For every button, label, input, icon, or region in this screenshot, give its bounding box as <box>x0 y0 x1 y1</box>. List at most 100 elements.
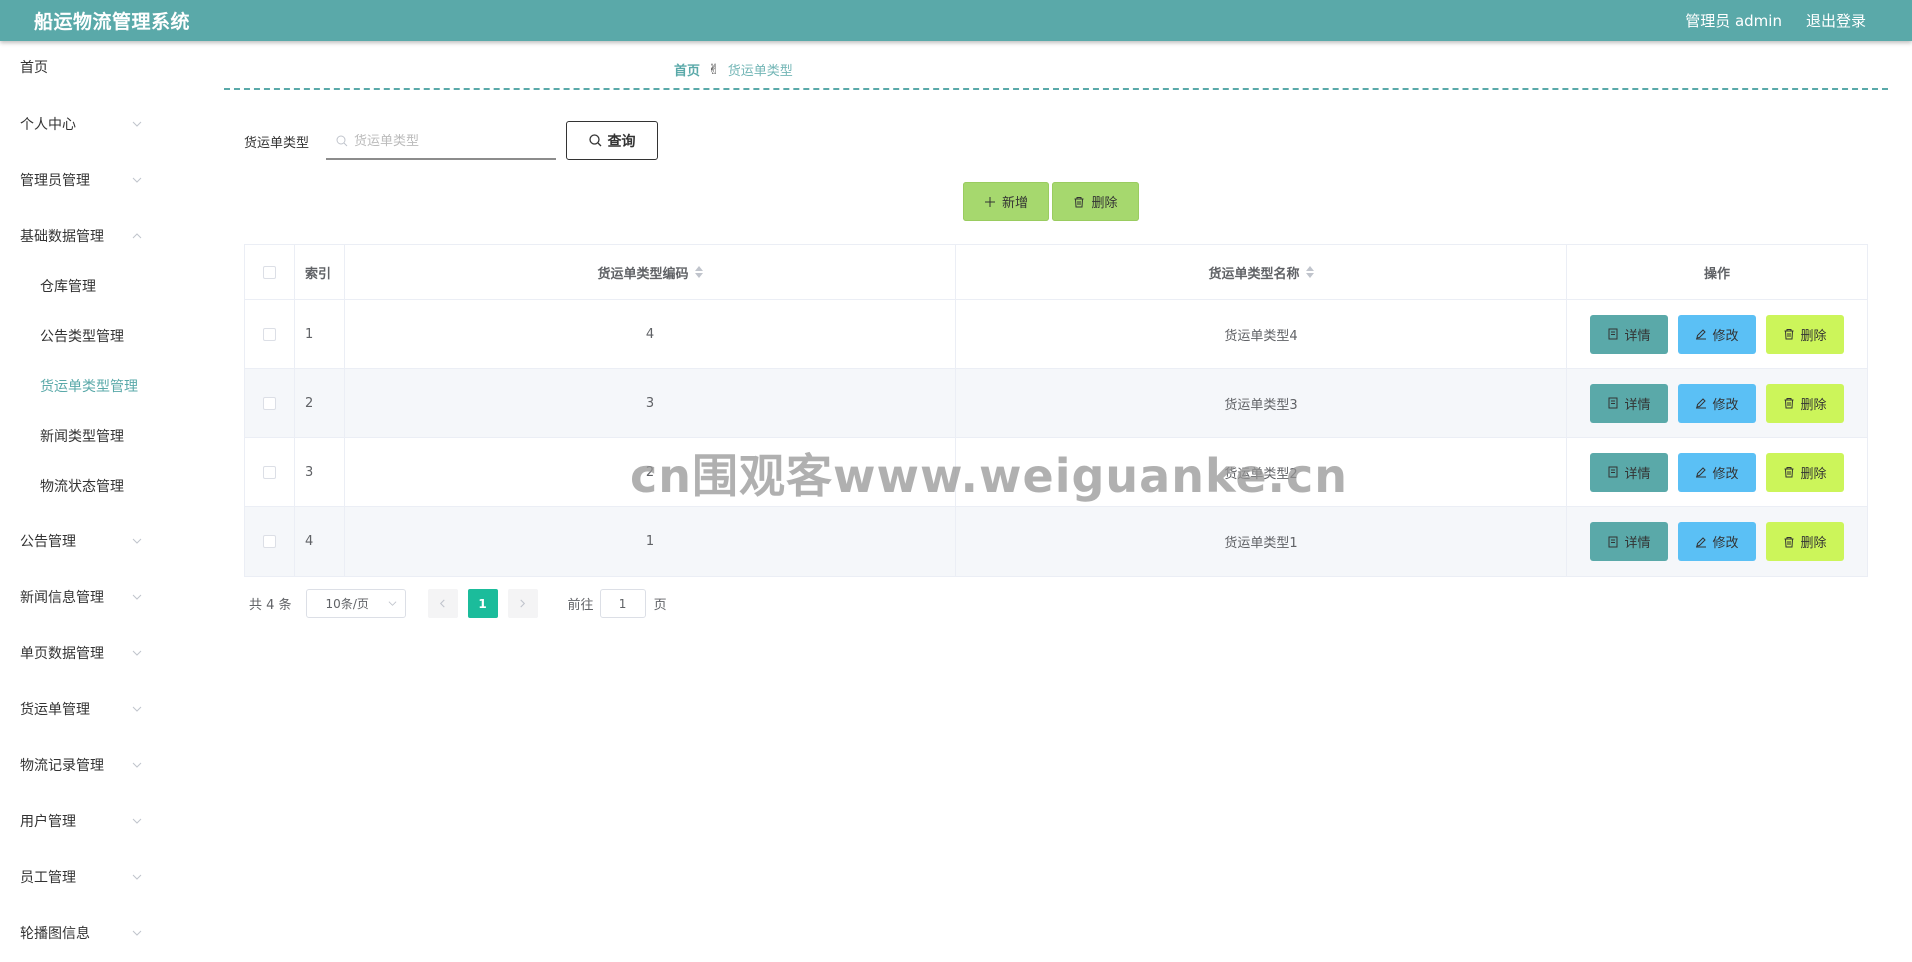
sidebar-item-admin-management[interactable]: 管理员管理 <box>0 160 190 200</box>
row-check-cell <box>245 507 295 576</box>
delete-button[interactable]: 删除 <box>1766 383 1844 423</box>
trash-icon <box>1784 398 1794 409</box>
page-size-select[interactable]: 10条/页 <box>305 589 406 618</box>
breadcrumb-current: 货运单类型 <box>727 64 793 79</box>
detail-button[interactable]: 详情 <box>1590 452 1668 492</box>
sidebar-item-carousel[interactable]: 轮播图信息 <box>0 913 190 953</box>
batch-delete-button[interactable]: 删除 <box>1052 182 1139 221</box>
edit-button[interactable]: 修改 <box>1678 452 1756 492</box>
hand-pointer-icon: ✌ <box>708 61 720 78</box>
goto-page-input[interactable] <box>599 589 646 618</box>
header-check-cell <box>245 245 295 299</box>
trash-icon <box>1784 467 1794 478</box>
delete-button[interactable]: 删除 <box>1766 314 1844 354</box>
top-header: 船运物流管理系统 管理员 admin 退出登录 <box>0 0 1912 41</box>
edit-button[interactable]: 修改 <box>1678 522 1756 561</box>
row-check-cell <box>245 300 295 368</box>
row-checkbox[interactable] <box>263 327 276 341</box>
breadcrumb-home[interactable]: 首页 <box>674 60 700 79</box>
detail-button-label: 详情 <box>1624 328 1651 344</box>
delete-button[interactable]: 删除 <box>1766 452 1844 492</box>
goto-label: 前往 <box>567 598 594 613</box>
chevron-right-icon <box>520 599 526 608</box>
sidebar-item-label: 基础数据管理 <box>20 229 104 245</box>
sidebar-item-waybill-type[interactable]: 货运单类型管理 <box>0 366 190 406</box>
add-button-label: 新增 <box>1001 196 1028 211</box>
column-header-ops: 操作 <box>1703 266 1730 282</box>
edit-icon <box>1696 398 1707 409</box>
current-user[interactable]: 管理员 admin <box>1685 10 1782 31</box>
sidebar-item-logistics-record[interactable]: 物流记录管理 <box>0 745 190 785</box>
chevron-left-icon <box>439 599 445 608</box>
delete-button[interactable]: 删除 <box>1766 522 1844 561</box>
edit-button[interactable]: 修改 <box>1678 383 1756 423</box>
chevron-down-icon <box>132 648 142 658</box>
row-actions: 详情 修改 删除 <box>1567 438 1867 506</box>
sidebar-item-waybill[interactable]: 货运单管理 <box>0 689 190 729</box>
detail-button-label: 详情 <box>1624 466 1651 482</box>
page-number-button[interactable]: 1 <box>467 589 498 618</box>
row-checkbox[interactable] <box>263 396 276 410</box>
search-input[interactable] <box>354 133 544 149</box>
query-button-label: 查询 <box>607 133 636 150</box>
sidebar-item-label: 公告类型管理 <box>40 329 124 345</box>
column-header-code: 货运单类型编码 <box>597 266 689 282</box>
detail-button[interactable]: 详情 <box>1590 522 1668 561</box>
prev-page-button[interactable] <box>427 589 458 618</box>
sidebar-item-label: 公告管理 <box>20 534 76 550</box>
delete-button-label: 删除 <box>1800 397 1827 413</box>
delete-button-label: 删除 <box>1800 328 1827 344</box>
sort-icon[interactable] <box>694 266 703 278</box>
row-index: 1 <box>295 300 345 368</box>
page-unit-label: 页 <box>653 598 667 613</box>
row-checkbox[interactable] <box>263 465 276 479</box>
sidebar-item-label: 员工管理 <box>20 870 76 886</box>
edit-button[interactable]: 修改 <box>1678 314 1756 354</box>
table-row: 3 2 货运单类型2 详情 修改 删除 <box>245 438 1867 507</box>
detail-button[interactable]: 详情 <box>1590 314 1668 354</box>
row-name: 货运单类型4 <box>956 300 1567 368</box>
query-button[interactable]: 查询 <box>566 121 658 160</box>
row-check-cell <box>245 438 295 506</box>
logout-link[interactable]: 退出登录 <box>1806 10 1866 31</box>
table-row: 2 3 货运单类型3 详情 修改 删除 <box>245 369 1867 438</box>
sidebar-item-personal-center[interactable]: 个人中心 <box>0 104 190 144</box>
next-page-button[interactable] <box>507 589 538 618</box>
document-icon <box>1608 466 1618 478</box>
row-index: 3 <box>295 438 345 506</box>
sidebar-item-notice-type[interactable]: 公告类型管理 <box>0 316 190 356</box>
pagination: 共 4 条 10条/页 1 前往 页 <box>249 589 667 618</box>
header-name[interactable]: 货运单类型名称 <box>956 245 1567 299</box>
select-all-checkbox[interactable] <box>263 265 276 279</box>
row-code: 2 <box>345 438 956 506</box>
edit-button-label: 修改 <box>1712 328 1739 344</box>
trash-icon <box>1784 329 1794 340</box>
sort-icon[interactable] <box>1305 266 1314 278</box>
add-button[interactable]: 新增 <box>963 182 1049 221</box>
breadcrumb: 首页 ✌ 货运单类型 <box>674 60 793 80</box>
row-name: 货运单类型2 <box>956 438 1567 506</box>
chevron-down-icon <box>132 704 142 714</box>
sidebar-item-staff[interactable]: 员工管理 <box>0 857 190 897</box>
row-check-cell <box>245 369 295 437</box>
sidebar-item-notice[interactable]: 公告管理 <box>0 521 190 561</box>
sidebar-item-news-type[interactable]: 新闻类型管理 <box>0 416 190 456</box>
sidebar-item-users[interactable]: 用户管理 <box>0 801 190 841</box>
sidebar-item-logistics-status[interactable]: 物流状态管理 <box>0 466 190 506</box>
sidebar-item-basic-data[interactable]: 基础数据管理 <box>0 216 190 256</box>
sidebar-item-home[interactable]: 首页 <box>0 47 190 87</box>
delete-button-label: 删除 <box>1800 536 1827 551</box>
edit-button-label: 修改 <box>1712 466 1739 482</box>
row-checkbox[interactable] <box>263 535 276 548</box>
sidebar-menu: 首页 个人中心 管理员管理 基础数据管理 仓库管理 公告类型管理 货运单类型管理… <box>0 41 190 962</box>
header-ops: 操作 <box>1567 245 1867 299</box>
sidebar-item-single-page[interactable]: 单页数据管理 <box>0 633 190 673</box>
sidebar-item-news[interactable]: 新闻信息管理 <box>0 577 190 617</box>
header-index: 索引 <box>295 245 345 299</box>
row-code: 4 <box>345 300 956 368</box>
header-code[interactable]: 货运单类型编码 <box>345 245 956 299</box>
total-count: 共 4 条 <box>249 598 292 613</box>
detail-button[interactable]: 详情 <box>1590 383 1668 423</box>
sidebar-item-warehouse[interactable]: 仓库管理 <box>0 266 190 306</box>
waybill-type-table: 索引 货运单类型编码 货运单类型名称 操作 1 4 货运单类型4 详情 修改 删… <box>244 244 1868 577</box>
